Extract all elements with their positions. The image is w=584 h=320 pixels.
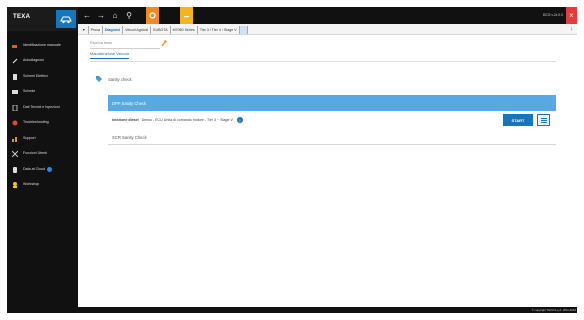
scissors-icon: [12, 151, 18, 158]
sidebar-menu: Identificazione manuale Autodiagnosi Sch…: [7, 38, 78, 193]
sidebar-item-label: Data at Cloud: [23, 166, 45, 171]
copyright-text: © copyright TEXA S.p.A. 2011-2022: [531, 308, 576, 312]
sidebar-item-workshop[interactable]: Workshop: [7, 178, 78, 194]
sidebar-item-funzioni[interactable]: Funzioni Utenti: [7, 147, 78, 163]
workshop-icon: [12, 182, 18, 189]
sidebar-item-troubleshooting[interactable]: Troubleshooting: [7, 116, 78, 132]
tab-manutenzione[interactable]: Manutenzione Veicolo: [90, 51, 130, 59]
notification-badge: [46, 167, 52, 173]
document-icon: [12, 73, 18, 80]
chevron-down-icon[interactable]: ↓: [570, 26, 573, 32]
detail-text: Denso - ECU Unità di comando motore - Ti…: [141, 118, 233, 122]
sidebar-item-identificazione[interactable]: Identificazione manuale: [7, 38, 78, 54]
home-icon[interactable]: ⌂: [110, 11, 120, 21]
sidebar-item-label: Funzioni Utenti: [23, 151, 47, 156]
car-search-icon: [12, 43, 18, 49]
chart-icon: [12, 136, 18, 142]
sidebar-item-autodiagnosi[interactable]: Autodiagnosi: [7, 54, 78, 70]
wrench-filter-icon[interactable]: [161, 40, 167, 47]
detail-row[interactable]: Iniezione diesel Denso - ECU Unità di co…: [108, 112, 556, 128]
sidebar-item-dati-tecnici[interactable]: Dati Tecnici e Ispezioni: [7, 100, 78, 116]
scr-label: SCR Sanity Check: [112, 135, 147, 140]
texa-logo: TEXA: [13, 14, 31, 20]
sidebar-item-label: Autodiagnosi: [23, 58, 44, 63]
breadcrumb-filter-icon[interactable]: ▼: [80, 25, 89, 34]
tag-icon: [96, 76, 102, 83]
close-icon: ×: [569, 11, 574, 20]
version-info: IDC5 v.2x.0.0: [542, 13, 563, 17]
tab-divider: [90, 61, 556, 62]
settings-button[interactable]: [146, 7, 159, 24]
top-toolbar: ← → ⌂ ⚲ IDC5 v.2x.0.0 ×: [78, 7, 577, 24]
sidebar-item-support[interactable]: Support: [7, 131, 78, 147]
breadcrumb-item[interactable]: Tier 3 / Tier 4 / Stage V: [198, 25, 240, 34]
book-icon: [12, 89, 18, 95]
sidebar-item-label: Schede: [23, 89, 36, 94]
status-bar: © copyright TEXA S.p.A. 2011-2022: [78, 307, 577, 313]
breadcrumb-item[interactable]: Prova: [89, 25, 103, 34]
breadcrumb-bar: ▼ Prova Diagnosi Veicoli Agricoli KUBOTA…: [78, 24, 577, 35]
breadcrumb-item-current[interactable]: [239, 25, 248, 34]
tabs: Manutenzione Veicolo: [90, 51, 130, 60]
breadcrumb-item[interactable]: KUBOTA: [151, 25, 171, 34]
breadcrumb-item[interactable]: M7060 Series: [171, 25, 198, 34]
sidebar-item-label: Workshop: [23, 182, 40, 187]
dpf-sanity-check-row[interactable]: DPF Sanity Check: [108, 95, 556, 111]
minimize-panel-button[interactable]: [180, 7, 193, 24]
breadcrumb: ▼ Prova Diagnosi Veicoli Agricoli KUBOTA…: [80, 25, 248, 34]
sidebar-item-label: Identificazione manuale: [23, 42, 61, 47]
car-icon: [12, 166, 18, 173]
scr-sanity-check-row[interactable]: SCR Sanity Check: [108, 131, 556, 145]
sidebar-item-label: Support: [23, 135, 36, 140]
sidebar-item-label: Dati Tecnici e Ispezioni: [23, 104, 60, 109]
back-icon[interactable]: ←: [82, 11, 92, 21]
start-button[interactable]: START: [503, 114, 533, 126]
dpf-label: DPF Sanity Check: [112, 100, 147, 106]
logo-bar: TEXA: [7, 7, 78, 31]
home-button[interactable]: [56, 10, 76, 28]
wrench-tool-icon[interactable]: ⚲: [124, 11, 134, 21]
gear-icon: [149, 12, 156, 19]
sidebar-item-data-cloud[interactable]: Data at Cloud: [7, 162, 78, 178]
wrench-icon: [12, 58, 18, 64]
sidebar-item-label: Schemi Elettrici: [23, 73, 48, 78]
details-button[interactable]: [537, 114, 550, 126]
detail-label: Iniezione diesel: [112, 118, 139, 122]
section-sanity-check[interactable]: Sanity check: [96, 76, 132, 83]
sidebar-item-schede[interactable]: Schede: [7, 85, 78, 101]
tablet-icon: [12, 104, 18, 111]
forward-icon[interactable]: →: [96, 11, 106, 21]
sidebar-item-schemi[interactable]: Schemi Elettrici: [7, 69, 78, 85]
list-icon: [540, 117, 547, 123]
info-icon[interactable]: i: [236, 117, 243, 123]
main-content: Ricerca testo Manutenzione Veicolo Sanit…: [78, 35, 577, 313]
section-title-label: Sanity check: [108, 77, 132, 82]
troubleshooting-icon: [12, 120, 18, 126]
minus-icon: [184, 16, 189, 18]
sidebar-item-label: Troubleshooting: [23, 120, 49, 125]
close-button[interactable]: ×: [566, 7, 577, 24]
search-input[interactable]: Ricerca testo: [90, 41, 160, 49]
breadcrumb-item[interactable]: Diagnosi: [103, 25, 124, 34]
breadcrumb-item[interactable]: Veicoli Agricoli: [123, 25, 152, 34]
car-home-icon: [60, 16, 72, 24]
